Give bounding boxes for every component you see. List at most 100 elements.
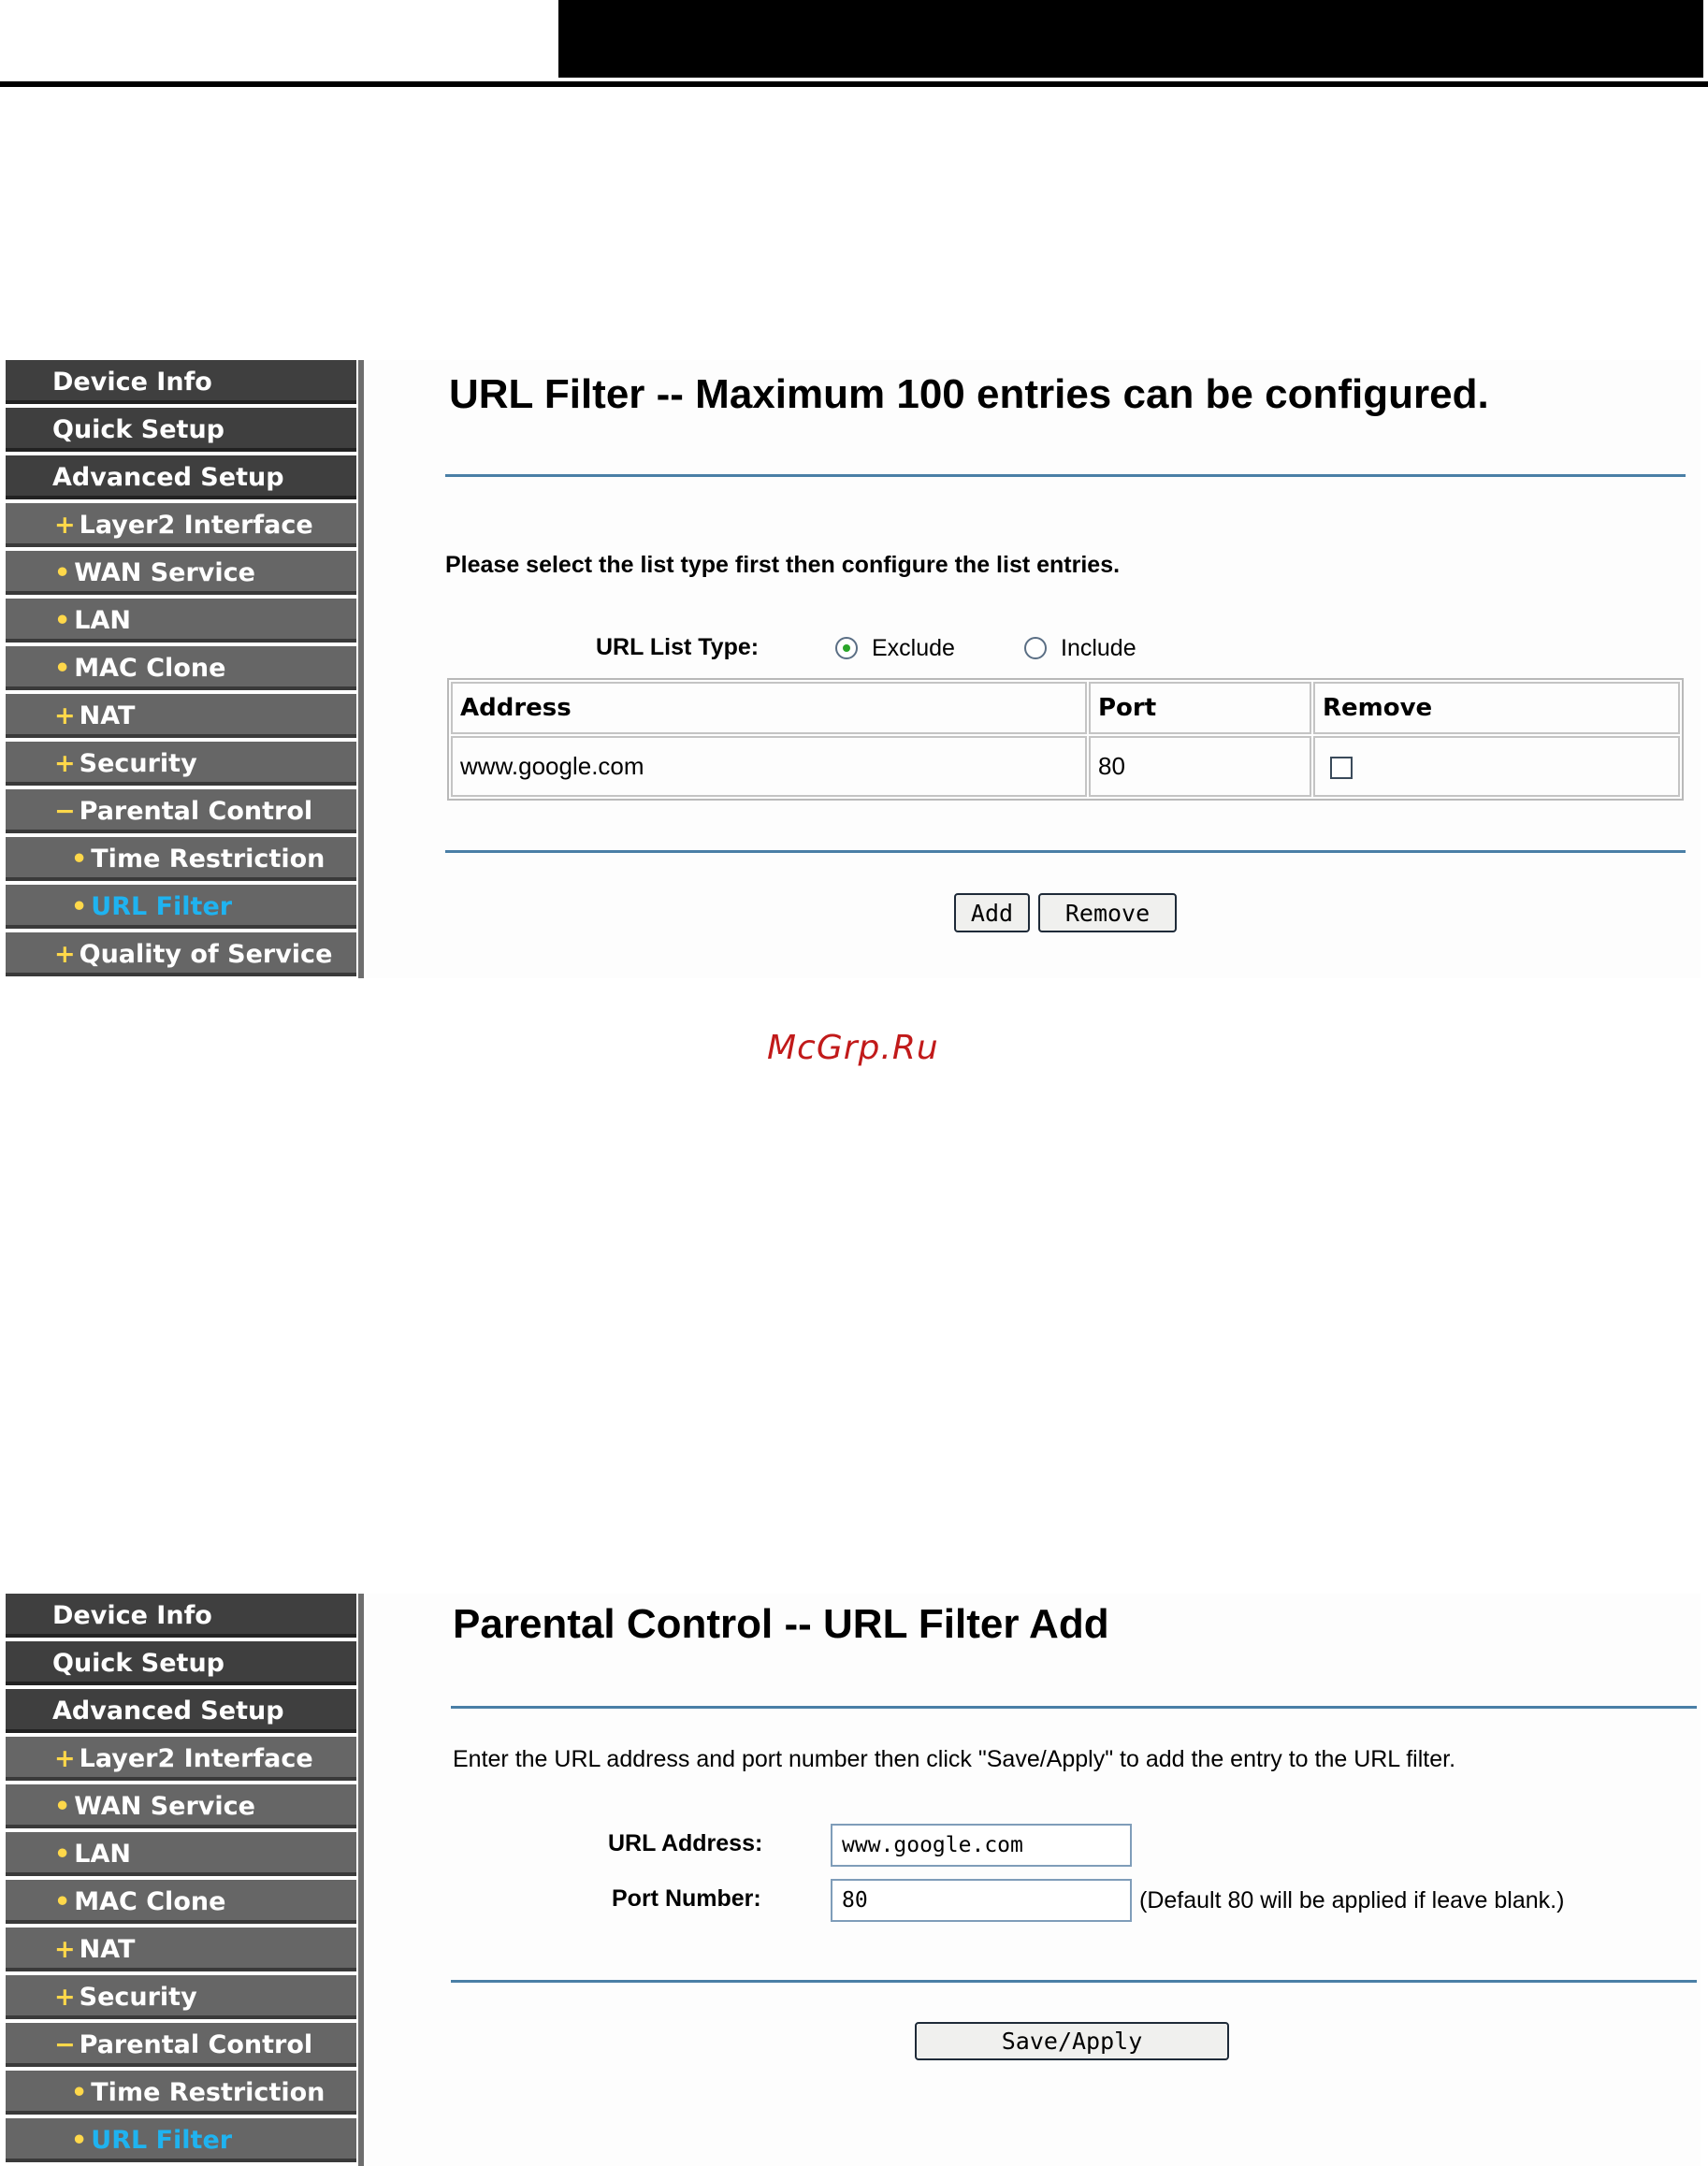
bullet-icon: •: [54, 1887, 71, 1916]
sidebar-item-parental-control[interactable]: − Parental Control: [6, 2023, 356, 2067]
bullet-icon: •: [54, 1792, 71, 1821]
sidebar-item-label: URL Filter: [91, 892, 233, 921]
port-number-label: Port Number:: [612, 1885, 761, 1912]
remove-button[interactable]: Remove: [1038, 893, 1177, 932]
url-table: Address Port Remove www.google.com 80: [447, 678, 1684, 801]
sidebar-item-advanced-setup[interactable]: Advanced Setup: [6, 455, 356, 499]
exclude-radio[interactable]: [835, 637, 858, 659]
sidebar-item-label: Device Info: [52, 368, 212, 397]
expand-icon: +: [54, 1935, 76, 1964]
divider: [445, 474, 1686, 477]
sidebar: Device Info Quick Setup Advanced Setup +…: [6, 360, 364, 978]
bullet-icon: •: [71, 845, 88, 874]
sidebar-item-time-restriction[interactable]: • Time Restriction: [6, 837, 356, 881]
sidebar-item-label: NAT: [79, 701, 136, 730]
sidebar-item-nat[interactable]: + NAT: [6, 1928, 356, 1971]
url-address-label: URL Address:: [608, 1830, 763, 1856]
sidebar-item-wan-service[interactable]: • WAN Service: [6, 551, 356, 595]
divider: [445, 850, 1686, 853]
expand-icon: +: [54, 701, 76, 730]
sidebar-item-label: LAN: [74, 606, 131, 635]
sidebar-item-security[interactable]: + Security: [6, 1975, 356, 2019]
main-content: URL Filter -- Maximum 100 entries can be…: [367, 360, 1701, 978]
sidebar-item-layer2-interface[interactable]: + Layer2 Interface: [6, 503, 356, 547]
sidebar-item-label: Quick Setup: [52, 1649, 225, 1678]
expand-icon: +: [54, 1744, 76, 1773]
table-row: www.google.com 80: [451, 736, 1680, 797]
sidebar-item-label: MAC Clone: [74, 1887, 226, 1916]
url-address-input[interactable]: [831, 1824, 1132, 1867]
sidebar-item-lan[interactable]: • LAN: [6, 599, 356, 643]
remove-checkbox[interactable]: [1330, 757, 1353, 780]
sidebar-item-mac-clone[interactable]: • MAC Clone: [6, 646, 356, 690]
exclude-label: Exclude: [872, 635, 955, 661]
url-filter-panel: Device Info Quick Setup Advanced Setup +…: [6, 360, 1701, 978]
sidebar-item-label: Quality of Service: [79, 940, 333, 969]
sidebar-item-url-filter[interactable]: • URL Filter: [6, 2118, 356, 2162]
sidebar-item-lan[interactable]: • LAN: [6, 1832, 356, 1876]
sidebar-item-label: Parental Control: [79, 797, 313, 826]
column-header-port: Port: [1089, 682, 1311, 734]
port-number-input[interactable]: [831, 1879, 1132, 1922]
sidebar-item-layer2-interface[interactable]: + Layer2 Interface: [6, 1737, 356, 1781]
sidebar-item-device-info[interactable]: Device Info: [6, 360, 356, 404]
bullet-icon: •: [71, 892, 88, 921]
main-content: Parental Control -- URL Filter Add Enter…: [367, 1594, 1701, 2166]
sidebar-item-mac-clone[interactable]: • MAC Clone: [6, 1880, 356, 1924]
header-bar: [558, 0, 1703, 78]
sidebar-item-label: Parental Control: [79, 2030, 313, 2059]
bullet-icon: •: [54, 1840, 71, 1869]
column-header-remove: Remove: [1313, 682, 1680, 734]
save-apply-button[interactable]: Save/Apply: [915, 2022, 1229, 2060]
bullet-icon: •: [54, 558, 71, 587]
bullet-icon: •: [54, 606, 71, 635]
column-header-address: Address: [451, 682, 1087, 734]
sidebar-item-label: URL Filter: [91, 2126, 233, 2155]
sidebar-item-label: Layer2 Interface: [79, 1744, 313, 1773]
sidebar-item-label: WAN Service: [74, 1792, 255, 1821]
sidebar-item-label: LAN: [74, 1840, 131, 1869]
instruction-text: Please select the list type first then c…: [445, 552, 1121, 578]
sidebar-item-wan-service[interactable]: • WAN Service: [6, 1784, 356, 1828]
sidebar-item-label: WAN Service: [74, 558, 255, 587]
port-cell: 80: [1089, 736, 1311, 797]
divider: [451, 1980, 1697, 1983]
expand-icon: +: [54, 511, 76, 540]
sidebar-item-quick-setup[interactable]: Quick Setup: [6, 1641, 356, 1685]
sidebar-item-label: Device Info: [52, 1601, 212, 1630]
sidebar-divider: [358, 1594, 364, 2166]
sidebar-item-quick-setup[interactable]: Quick Setup: [6, 408, 356, 452]
sidebar: Device Info Quick Setup Advanced Setup +…: [6, 1594, 364, 2166]
sidebar-item-time-restriction[interactable]: • Time Restriction: [6, 2071, 356, 2115]
sidebar-item-device-info[interactable]: Device Info: [6, 1594, 356, 1638]
instruction-text: Enter the URL address and port number th…: [453, 1746, 1456, 1772]
bullet-icon: •: [71, 2078, 88, 2107]
sidebar-item-label: Security: [79, 749, 197, 778]
sidebar-item-label: Quick Setup: [52, 415, 225, 444]
sidebar-item-advanced-setup[interactable]: Advanced Setup: [6, 1689, 356, 1733]
remove-cell: [1313, 736, 1680, 797]
sidebar-item-parental-control[interactable]: − Parental Control: [6, 789, 356, 833]
collapse-icon: −: [54, 2030, 76, 2059]
include-radio[interactable]: [1024, 637, 1047, 659]
sidebar-item-label: NAT: [79, 1935, 136, 1964]
sidebar-item-label: Advanced Setup: [52, 463, 284, 492]
sidebar-item-label: MAC Clone: [74, 654, 226, 683]
sidebar-item-quality-of-service[interactable]: + Quality of Service: [6, 932, 356, 976]
expand-icon: +: [54, 940, 76, 969]
address-cell: www.google.com: [451, 736, 1087, 797]
sidebar-item-security[interactable]: + Security: [6, 742, 356, 786]
sidebar-item-url-filter[interactable]: • URL Filter: [6, 885, 356, 929]
sidebar-item-label: Time Restriction: [91, 2078, 326, 2107]
sidebar-item-nat[interactable]: + NAT: [6, 694, 356, 738]
page-title: Parental Control -- URL Filter Add: [453, 1601, 1109, 1647]
sidebar-item-label: Layer2 Interface: [79, 511, 313, 540]
expand-icon: +: [54, 1983, 76, 2012]
bullet-icon: •: [54, 654, 71, 683]
port-hint: (Default 80 will be applied if leave bla…: [1139, 1887, 1565, 1913]
page-title: URL Filter -- Maximum 100 entries can be…: [449, 371, 1489, 417]
watermark-text: McGrp.Ru: [767, 1029, 939, 1067]
add-button[interactable]: Add: [954, 893, 1030, 932]
list-type-label: URL List Type:: [596, 634, 760, 660]
collapse-icon: −: [54, 797, 76, 826]
